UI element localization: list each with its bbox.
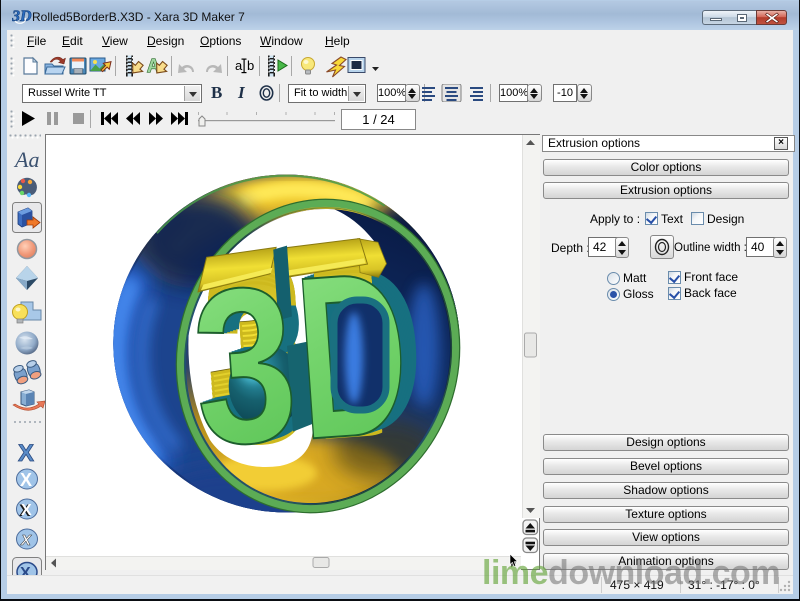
svg-text:X: X	[18, 440, 34, 467]
svg-text:X: X	[21, 502, 32, 519]
svg-text:b: b	[247, 58, 254, 73]
svg-text:Aa: Aa	[13, 147, 39, 172]
svg-text:X: X	[20, 470, 32, 490]
svg-text:X: X	[20, 532, 32, 549]
svg-text:a: a	[235, 58, 243, 73]
